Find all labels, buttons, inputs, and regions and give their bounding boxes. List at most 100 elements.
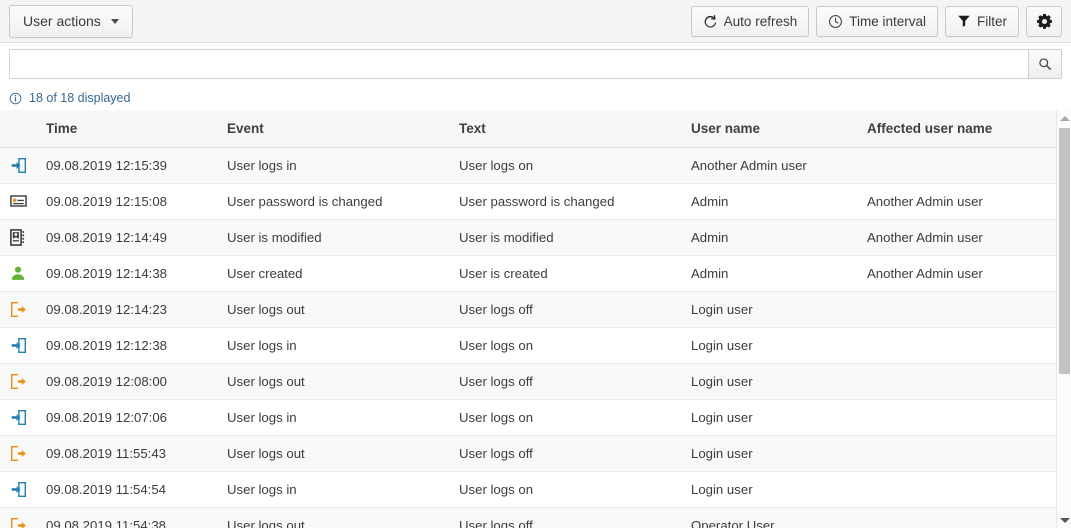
column-header-user[interactable]: User name [691,110,867,148]
column-header-icon[interactable] [0,110,42,148]
cell-affected [867,471,1056,508]
filter-label: Filter [977,13,1007,29]
cell-event: User password is changed [227,183,459,220]
cell-user: Login user [691,471,867,508]
login-icon [10,148,42,183]
cell-text: User logs off [459,291,691,328]
table-body: 09.08.2019 12:15:39 User logs in User logs… [0,147,1056,528]
cell-text: User logs off [459,435,691,472]
column-header-event[interactable]: Event [227,110,459,148]
cell-event: User logs out [227,363,459,400]
cell-icon [0,399,42,436]
gear-icon [1036,13,1053,30]
cell-text: User logs on [459,399,691,436]
column-header-text[interactable]: Text [459,110,691,148]
table-scrollbar[interactable] [1056,110,1071,528]
cell-affected [867,147,1056,184]
cell-user: Operator User [691,507,867,528]
audit-table: Time Event Text User name Affected user … [0,110,1056,528]
table-row[interactable]: 09.08.2019 12:15:39 User logs in User logs… [0,147,1056,184]
table-row[interactable]: 09.08.2019 12:14:49 User is modified User … [0,219,1056,256]
cell-text: User logs on [459,147,691,184]
cell-user: Login user [691,435,867,472]
filter-button[interactable]: Filter [945,5,1019,37]
scroll-up-button[interactable] [1057,110,1071,126]
cell-event: User logs in [227,399,459,436]
login-icon [10,328,42,363]
user-actions-label: User actions [23,13,101,29]
scroll-down-button[interactable] [1057,512,1071,528]
table-row[interactable]: 09.08.2019 12:14:38 User created User is c… [0,255,1056,292]
table-row[interactable]: 09.08.2019 12:15:08 User password is chan… [0,183,1056,220]
audit-table-container[interactable]: Time Event Text User name Affected user … [0,110,1071,528]
table-row[interactable]: 09.08.2019 11:54:38 User logs out User log… [0,507,1056,528]
auto-refresh-button[interactable]: Auto refresh [690,5,810,37]
chevron-down-icon [110,18,119,24]
cell-icon [0,363,42,400]
cell-icon [0,327,42,364]
cell-event: User logs in [227,327,459,364]
login-icon [10,472,42,507]
table-row[interactable]: 09.08.2019 11:55:43 User logs out User log… [0,435,1056,472]
cell-text: User is modified [459,219,691,256]
cell-icon [0,291,42,328]
cell-affected [867,399,1056,436]
cell-user: Admin [691,219,867,256]
cell-affected: Another Admin user [867,219,1056,256]
cell-user: Another Admin user [691,147,867,184]
cell-event: User is modified [227,219,459,256]
table-row[interactable]: 09.08.2019 12:07:06 User logs in User logs… [0,399,1056,436]
time-interval-label: Time interval [849,13,926,29]
table-row[interactable]: 09.08.2019 11:54:54 User logs in User logs… [0,471,1056,508]
cell-time: 09.08.2019 12:15:39 [42,147,227,184]
auto-refresh-label: Auto refresh [723,13,798,29]
cell-time: 09.08.2019 11:55:43 [42,435,227,472]
logout-icon [10,436,42,471]
scrollbar-thumb[interactable] [1059,128,1070,374]
cell-affected [867,363,1056,400]
cell-time: 09.08.2019 11:54:54 [42,471,227,508]
cell-event: User logs out [227,507,459,528]
cell-event: User created [227,255,459,292]
cell-user: Admin [691,183,867,220]
column-header-affected[interactable]: Affected user name [867,110,1056,148]
cell-affected [867,507,1056,528]
triangle-down-icon [1059,517,1070,523]
cell-text: User logs on [459,327,691,364]
top-toolbar: User actions Auto refresh Time interval … [0,0,1071,43]
cell-time: 09.08.2019 12:07:06 [42,399,227,436]
time-interval-button[interactable]: Time interval [816,5,938,37]
cell-time: 09.08.2019 12:14:38 [42,255,227,292]
cell-text: User logs on [459,471,691,508]
cell-user: Login user [691,399,867,436]
cell-affected: Another Admin user [867,255,1056,292]
cell-user: Login user [691,291,867,328]
logout-icon [10,292,42,327]
cell-affected [867,291,1056,328]
toolbar-right-group: Auto refresh Time interval Filter [690,5,1071,37]
cell-time: 09.08.2019 12:08:00 [42,363,227,400]
table-row[interactable]: 09.08.2019 12:12:38 User logs in User logs… [0,327,1056,364]
triangle-up-icon [1059,115,1070,121]
cell-text: User password is changed [459,183,691,220]
cell-time: 09.08.2019 12:15:08 [42,183,227,220]
cell-icon [0,183,42,220]
column-header-time[interactable]: Time [42,110,227,148]
table-row[interactable]: 09.08.2019 12:08:00 User logs out User log… [0,363,1056,400]
results-count-line: 18 of 18 displayed [0,86,1071,110]
search-input[interactable] [9,49,1028,79]
settings-button[interactable] [1026,5,1062,37]
search-button[interactable] [1028,49,1062,79]
table-row[interactable]: 09.08.2019 12:14:23 User logs out User log… [0,291,1056,328]
cell-user: Admin [691,255,867,292]
user-actions-audit-page: User actions Auto refresh Time interval … [0,0,1071,528]
user-actions-dropdown[interactable]: User actions [9,4,133,38]
cell-event: User logs in [227,471,459,508]
cell-icon [0,471,42,508]
cell-text: User logs off [459,363,691,400]
search-row [0,43,1071,85]
cell-time: 09.08.2019 11:54:38 [42,507,227,528]
table-header-row: Time Event Text User name Affected user … [0,110,1056,148]
cell-user: Login user [691,363,867,400]
cell-time: 09.08.2019 12:14:23 [42,291,227,328]
